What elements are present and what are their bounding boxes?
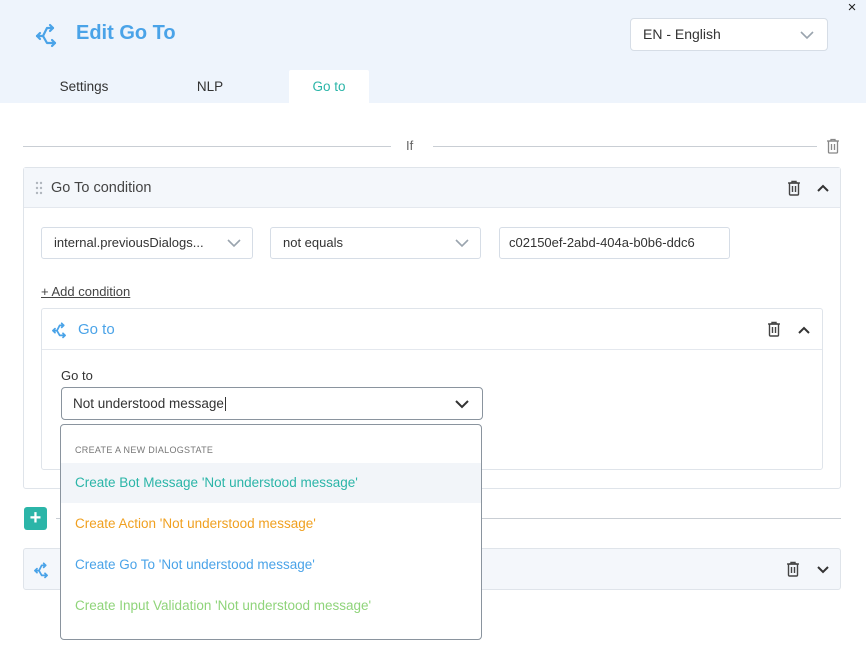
goto-target-input-value: Not understood message bbox=[73, 396, 224, 411]
if-divider-left bbox=[23, 146, 391, 147]
add-condition-link[interactable]: + Add condition bbox=[41, 284, 130, 299]
option-create-action[interactable]: Create Action 'Not understood message' bbox=[61, 504, 481, 544]
chevron-down-icon bbox=[455, 239, 469, 248]
chevron-down-icon[interactable] bbox=[454, 396, 470, 412]
chevron-up-icon[interactable] bbox=[816, 181, 830, 195]
condition-value-input[interactable]: c02150ef-2abd-404a-b0b6-ddc6 bbox=[499, 227, 730, 259]
trash-icon[interactable] bbox=[786, 561, 800, 577]
trash-icon[interactable] bbox=[767, 321, 781, 337]
goto-arrows-icon bbox=[52, 322, 66, 339]
chevron-down-icon[interactable] bbox=[816, 563, 830, 577]
language-select[interactable]: EN - English bbox=[630, 18, 828, 51]
goto-arrows-icon bbox=[34, 562, 48, 579]
create-dialogstate-dropdown: CREATE A NEW DIALOGSTATE Create Bot Mess… bbox=[60, 424, 482, 640]
condition-operator-select[interactable]: not equals bbox=[270, 227, 481, 259]
drag-handle-icon[interactable] bbox=[35, 181, 43, 195]
tab-settings[interactable]: Settings bbox=[36, 70, 132, 103]
condition-value-text: c02150ef-2abd-404a-b0b6-ddc6 bbox=[509, 235, 695, 250]
add-step-button[interactable]: + bbox=[24, 507, 47, 530]
dropdown-section-header: CREATE A NEW DIALOGSTATE bbox=[75, 445, 214, 455]
if-divider-right bbox=[433, 146, 817, 147]
trash-icon[interactable] bbox=[826, 138, 840, 154]
goto-field-label: Go to bbox=[61, 368, 93, 383]
if-label: If bbox=[406, 138, 414, 153]
tab-go-to[interactable]: Go to bbox=[289, 70, 369, 103]
condition-card-title: Go To condition bbox=[51, 180, 152, 196]
condition-operator-value: not equals bbox=[283, 235, 343, 250]
goto-arrows-icon bbox=[35, 23, 57, 48]
language-select-value: EN - English bbox=[643, 26, 721, 42]
close-icon[interactable]: × bbox=[845, 0, 859, 16]
option-create-bot-message[interactable]: Create Bot Message 'Not understood messa… bbox=[61, 463, 481, 503]
page-title: Edit Go To bbox=[76, 22, 176, 44]
chevron-down-icon bbox=[227, 239, 241, 248]
condition-variable-select[interactable]: internal.previousDialogs... bbox=[41, 227, 253, 259]
goto-card-header[interactable]: Go to bbox=[42, 309, 822, 350]
chevron-down-icon bbox=[800, 31, 814, 40]
goto-target-input[interactable]: Not understood message bbox=[61, 387, 483, 420]
trash-icon[interactable] bbox=[787, 180, 801, 196]
goto-card-title: Go to bbox=[78, 321, 115, 338]
chevron-up-icon[interactable] bbox=[797, 323, 811, 337]
option-create-go-to[interactable]: Create Go To 'Not understood message' bbox=[61, 545, 481, 585]
option-create-input-validation[interactable]: Create Input Validation 'Not understood … bbox=[61, 586, 481, 626]
condition-variable-value: internal.previousDialogs... bbox=[54, 235, 204, 250]
text-cursor bbox=[224, 397, 226, 412]
condition-card-header[interactable]: Go To condition bbox=[24, 168, 840, 208]
tab-nlp[interactable]: NLP bbox=[162, 70, 258, 103]
